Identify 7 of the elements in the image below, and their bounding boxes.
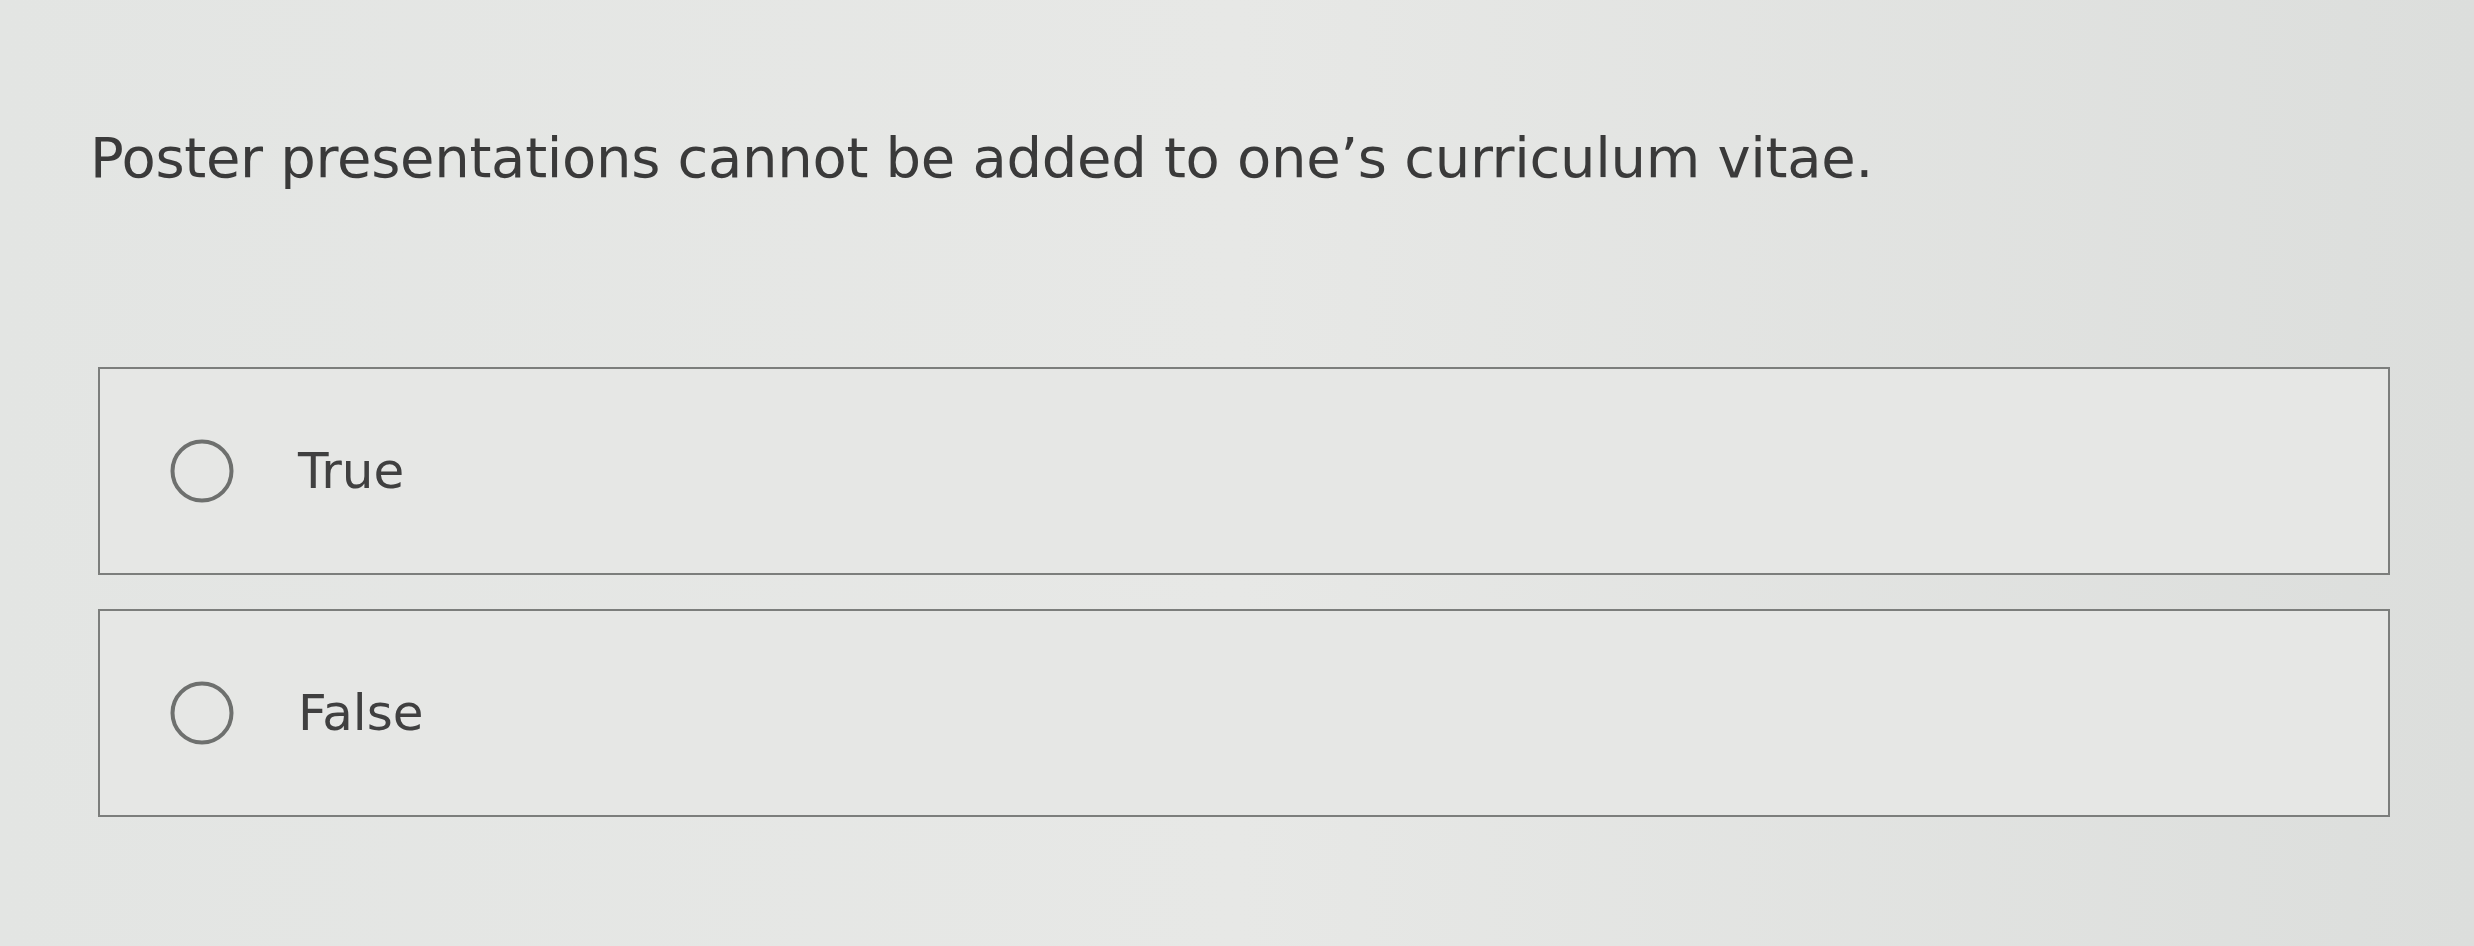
radio-icon[interactable] bbox=[170, 439, 234, 504]
option-label: False bbox=[298, 682, 424, 744]
radio-icon[interactable] bbox=[170, 681, 234, 746]
question-text: Poster presentations cannot be added to one’s curriculum vitae. bbox=[90, 124, 1874, 192]
answer-option[interactable]: True bbox=[98, 367, 2390, 576]
answer-option[interactable]: False bbox=[98, 609, 2390, 818]
option-label: True bbox=[298, 440, 405, 502]
